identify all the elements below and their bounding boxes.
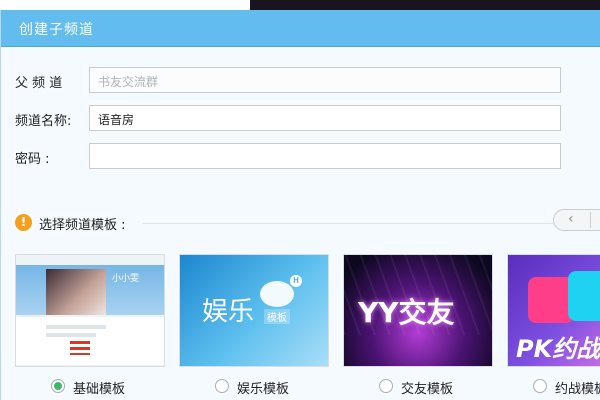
template-section-header: ! 选择频道模板 :: [15, 212, 600, 234]
channel-name-row: 频道名称: 语音房: [1, 105, 600, 133]
dialog-title: 创建子频道: [19, 22, 94, 38]
template-option-label: 基础模板: [73, 382, 126, 397]
template-option-label: 约战模板: [555, 382, 600, 397]
thumb-title: 娱乐: [202, 297, 255, 327]
pager-separator: [590, 212, 591, 228]
template-section-label: 选择频道模板 :: [39, 218, 126, 233]
thumb-photo: [46, 269, 106, 315]
radio-button[interactable]: [215, 379, 229, 393]
badge-icon: H: [290, 275, 302, 287]
radio-button[interactable]: [379, 379, 393, 393]
dialog-titlebar[interactable]: 创建子频道: [1, 10, 600, 47]
thumb-dots: [70, 341, 90, 355]
template-thumbnail-basic[interactable]: 小小雯: [15, 254, 165, 367]
template-thumbnail-battle[interactable]: PK约战: [507, 254, 600, 367]
thumb-bar: [46, 333, 96, 337]
background-strip: [0, 0, 600, 10]
channel-name-label: 频道名称:: [15, 114, 72, 129]
thumb-subtitle: 模板: [264, 309, 290, 324]
parent-channel-label: 父 频 道: [15, 76, 63, 91]
thumb-title: PK约战: [516, 335, 600, 363]
parent-channel-field: 书友交流群: [89, 67, 561, 93]
section-divider: [143, 223, 553, 224]
radio-button[interactable]: [533, 379, 547, 393]
parent-channel-row: 父 频 道 书友交流群: [1, 67, 600, 95]
thumb-title: YY交友: [358, 296, 455, 329]
mascot-icon: [260, 281, 294, 307]
password-label: 密码 :: [15, 152, 50, 167]
create-subchannel-dialog: 创建子频道 父 频 道 书友交流群 频道名称: 语音房 密码 : ! 选择频道模…: [0, 10, 600, 400]
template-thumbnail-entertainment[interactable]: H 娱乐 模板: [179, 254, 329, 367]
info-warning-icon: !: [15, 214, 32, 231]
template-option-label: 娱乐模板: [237, 382, 290, 397]
password-input[interactable]: [89, 143, 561, 169]
template-pager[interactable]: ‹: [553, 209, 600, 231]
template-option-label: 交友模板: [401, 382, 454, 397]
thumb-nickname: 小小雯: [112, 274, 140, 284]
channel-name-input[interactable]: 语音房: [89, 105, 561, 131]
character-icon: [568, 271, 600, 321]
chevron-left-icon[interactable]: ‹: [568, 211, 574, 227]
radio-button[interactable]: [51, 379, 65, 393]
password-row: 密码 :: [1, 143, 600, 171]
thumb-bar: [46, 325, 106, 329]
template-thumbnail-dating[interactable]: YY交友: [343, 254, 493, 367]
background-dark-region: [250, 0, 600, 10]
